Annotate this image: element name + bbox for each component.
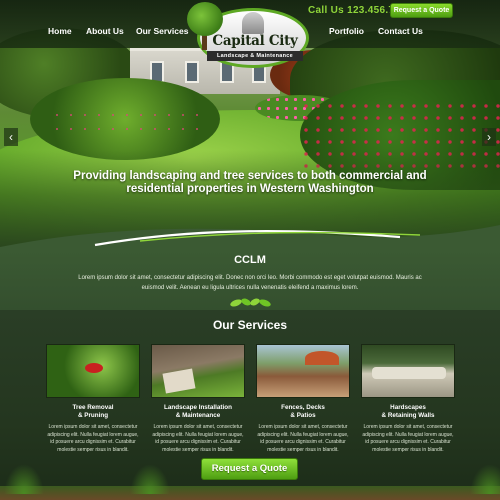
about-title: CCLM (234, 254, 266, 266)
service-card-landscape[interactable]: Landscape Installation & Maintenance Lor… (151, 344, 245, 454)
nav-our-services[interactable]: Our Services (136, 26, 188, 36)
service-description: Lorem ipsum dolor sit amet, consectetur … (257, 424, 349, 453)
service-card-hardscapes[interactable]: Hardscapes & Retaining Walls Lorem ipsum… (361, 344, 455, 454)
hero-tagline: Providing landscaping and tree services … (73, 170, 427, 195)
tree-pruning-image (46, 344, 140, 398)
about-text: Lorem ipsum dolor sit amet, consectetur … (78, 275, 422, 291)
leaf-ornament-icon (230, 298, 271, 307)
nav-home[interactable]: Home (48, 26, 72, 36)
patio-image (256, 344, 350, 398)
service-card-tree-removal[interactable]: Tree Removal & Pruning Lorem ipsum dolor… (46, 344, 140, 454)
company-logo[interactable]: Capital City Landscape & Maintenance (187, 2, 311, 70)
retaining-wall-image (361, 344, 455, 398)
capitol-dome-icon (242, 12, 264, 34)
grass-tuft (130, 464, 170, 494)
slider-prev-arrow-icon[interactable]: ‹ (4, 128, 18, 146)
request-quote-button[interactable]: Request a Quote (390, 3, 453, 18)
nav-about-us[interactable]: About Us (86, 26, 124, 36)
footer-grass-strip (0, 486, 500, 500)
logo-tree-icon (187, 2, 223, 36)
service-title: Tree Removal & Pruning (72, 404, 114, 419)
flower-bed-left (30, 78, 220, 160)
service-description: Lorem ipsum dolor sit amet, consectetur … (362, 424, 454, 453)
grass-tuft (4, 464, 44, 494)
request-quote-cta-button[interactable]: Request a Quote (201, 458, 298, 480)
nav-contact-us[interactable]: Contact Us (378, 26, 423, 36)
slider-next-arrow-icon[interactable]: › (482, 128, 496, 146)
grass-tuft (470, 464, 500, 494)
landscape-installation-image (151, 344, 245, 398)
service-title: Landscape Installation & Maintenance (164, 404, 232, 419)
service-description: Lorem ipsum dolor sit amet, consectetur … (47, 424, 139, 453)
service-card-fences[interactable]: Fences, Decks & Patios Lorem ipsum dolor… (256, 344, 350, 454)
nav-portfolio[interactable]: Portfolio (329, 26, 364, 36)
logo-title: Capital City (212, 33, 298, 49)
services-title: Our Services (212, 318, 288, 332)
service-title: Hardscapes & Retaining Walls (381, 404, 435, 419)
service-title: Fences, Decks & Patios (281, 404, 325, 419)
logo-subtitle: Landscape & Maintenance (207, 51, 303, 61)
service-description: Lorem ipsum dolor sit amet, consectetur … (152, 424, 244, 453)
